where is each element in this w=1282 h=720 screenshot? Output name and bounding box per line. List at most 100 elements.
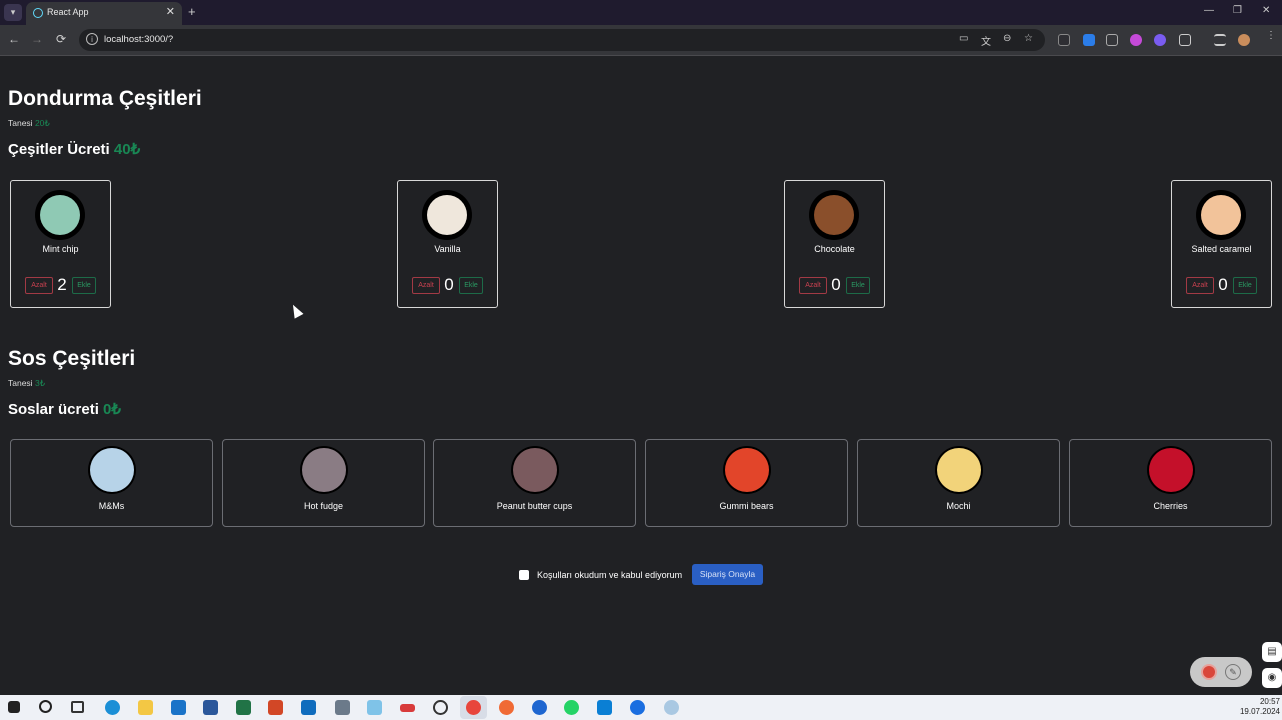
sauce-total-value: 0₺ <box>103 401 121 418</box>
sauce-name: Hot fudge <box>303 501 344 511</box>
app-blue-icon[interactable] <box>532 700 547 715</box>
record-icon[interactable] <box>1201 664 1217 680</box>
decrease-button[interactable]: Azalt <box>412 277 440 294</box>
eyedropper-extension-icon[interactable] <box>1058 34 1070 46</box>
clock-time: 20:57 <box>1259 697 1280 706</box>
sauce-image <box>935 446 983 494</box>
tab-react-app[interactable]: React App ✕ <box>26 2 182 25</box>
app-arrow-icon[interactable] <box>630 700 645 715</box>
photos-icon[interactable] <box>367 700 382 715</box>
tab-title: React App <box>47 7 89 17</box>
tab-close-button[interactable]: ✕ <box>166 5 175 18</box>
react-favicon-icon <box>33 8 43 18</box>
settings-gear-icon[interactable] <box>433 700 448 715</box>
ice-name: Chocolate <box>814 244 855 254</box>
postman-icon[interactable] <box>499 700 514 715</box>
sauce-image <box>723 446 771 494</box>
sauce-card-gummi-bears[interactable]: Gummi bears <box>645 439 848 527</box>
tab-strip: ▾ React App ✕ + — ❐ ✕ <box>0 0 1282 25</box>
browser-menu-icon[interactable]: ⋮ <box>1266 30 1278 42</box>
extension-purple-icon[interactable] <box>1130 34 1142 46</box>
new-tab-button[interactable]: + <box>188 4 196 19</box>
sauce-name: Peanut butter cups <box>496 501 573 511</box>
decrease-button[interactable]: Azalt <box>799 277 827 294</box>
increase-button[interactable]: Ekle <box>846 277 870 294</box>
sauce-unit-price: Tanesi 3₺ <box>8 378 45 389</box>
decrease-button[interactable]: Azalt <box>25 277 53 294</box>
increase-button[interactable]: Ekle <box>72 277 96 294</box>
side-panel-icon[interactable]: ▤ <box>1262 642 1282 662</box>
reload-button[interactable]: ⟳ <box>56 32 66 46</box>
chrome-icon[interactable] <box>466 700 481 715</box>
calculator-icon[interactable] <box>335 700 350 715</box>
mouse-cursor-icon <box>288 302 304 319</box>
address-bar[interactable]: i localhost:3000/? ▭ 文 ⊖ ☆ <box>79 29 1045 51</box>
windows-start-icon[interactable] <box>8 701 20 713</box>
floating-recorder-widget: ✎ <box>1190 657 1252 687</box>
outlook-icon[interactable] <box>301 700 316 715</box>
windows-taskbar: 20:57 19.07.2024 <box>0 695 1282 720</box>
extension-violet-icon[interactable] <box>1154 34 1166 46</box>
sauce-card-mms[interactable]: M&Ms <box>10 439 213 527</box>
increase-button[interactable]: Ekle <box>1233 277 1257 294</box>
edge-icon[interactable] <box>105 700 120 715</box>
ice-total-value: 40₺ <box>113 141 141 158</box>
decrease-button[interactable]: Azalt <box>1186 277 1214 294</box>
sauce-title: Sos Çeşitleri <box>8 347 136 370</box>
reading-list-icon[interactable] <box>1214 34 1226 46</box>
ice-scoop-image <box>422 190 472 240</box>
ice-card-salted-caramel: Salted caramel Azalt 0 Ekle <box>1171 180 1272 308</box>
maximize-button[interactable]: ❐ <box>1233 5 1242 16</box>
assistant-icon[interactable]: ◉ <box>1262 668 1282 688</box>
terms-checkbox[interactable] <box>519 570 529 580</box>
mail-icon[interactable] <box>171 700 186 715</box>
confirm-order-button[interactable]: Sipariş Onayla <box>692 564 763 585</box>
whatsapp-icon[interactable] <box>564 700 579 715</box>
sauce-card-cherries[interactable]: Cherries <box>1069 439 1272 527</box>
translate-icon[interactable]: 文 <box>981 33 991 48</box>
ice-scoop-image <box>35 190 85 240</box>
increase-button[interactable]: Ekle <box>459 277 483 294</box>
url-text[interactable]: localhost:3000/? <box>104 34 173 45</box>
sauce-card-peanut-butter-cups[interactable]: Peanut butter cups <box>433 439 636 527</box>
sauce-card-mochi[interactable]: Mochi <box>857 439 1060 527</box>
ice-count: 0 <box>831 275 841 294</box>
sauce-image <box>511 446 559 494</box>
sauce-image <box>300 446 348 494</box>
word-icon[interactable] <box>203 700 218 715</box>
forward-button[interactable]: → <box>31 32 43 46</box>
ice-card-mint-chip: Mint chip Azalt 2 Ekle <box>10 180 111 308</box>
browser-toolbar: ← → ⟳ i localhost:3000/? ▭ 文 ⊖ ☆ ⋮ <box>0 25 1282 56</box>
app-red-icon[interactable] <box>400 704 415 712</box>
back-button[interactable]: ← <box>8 32 20 46</box>
sauce-card-hot-fudge[interactable]: Hot fudge <box>222 439 425 527</box>
extension-box-icon[interactable] <box>1106 34 1118 46</box>
tab-search-button[interactable]: ▾ <box>4 4 22 21</box>
sauce-total: Soslar ücreti 0₺ <box>8 400 121 418</box>
cast-icon[interactable]: ▭ <box>959 33 968 44</box>
app-light-icon[interactable] <box>664 700 679 715</box>
zoom-icon[interactable]: ⊖ <box>1003 33 1011 44</box>
site-info-icon[interactable]: i <box>86 33 98 45</box>
file-explorer-icon[interactable] <box>138 700 153 715</box>
search-icon[interactable] <box>39 700 52 713</box>
profile-avatar[interactable] <box>1238 34 1250 46</box>
extensions-puzzle-icon[interactable] <box>1179 34 1191 46</box>
minimize-button[interactable]: — <box>1204 5 1214 16</box>
bookmark-star-icon[interactable]: ☆ <box>1024 33 1033 44</box>
window-close-button[interactable]: ✕ <box>1262 5 1270 16</box>
task-view-icon[interactable] <box>71 701 84 713</box>
pencil-icon[interactable]: ✎ <box>1225 664 1241 680</box>
powerpoint-icon[interactable] <box>268 700 283 715</box>
vscode-icon[interactable] <box>597 700 612 715</box>
ice-count: 2 <box>57 275 67 294</box>
sauce-name: M&Ms <box>98 501 125 511</box>
system-clock[interactable]: 20:57 19.07.2024 <box>1234 697 1280 717</box>
ice-unit-price: Tanesi 20₺ <box>8 118 50 129</box>
excel-icon[interactable] <box>236 700 251 715</box>
ice-card-chocolate: Chocolate Azalt 0 Ekle <box>784 180 885 308</box>
ice-scoop-image <box>809 190 859 240</box>
ice-count: 0 <box>444 275 454 294</box>
sauce-name: Gummi bears <box>719 501 774 511</box>
extension-blue-icon[interactable] <box>1083 34 1095 46</box>
